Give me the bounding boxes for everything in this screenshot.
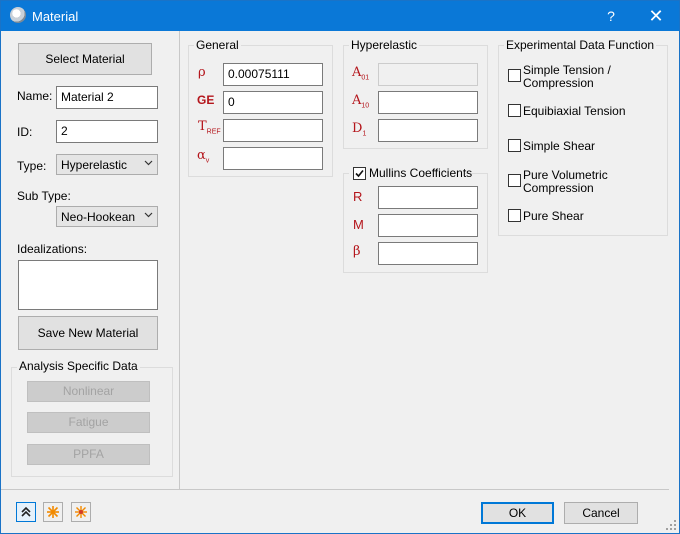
m-symbol: M xyxy=(353,217,364,232)
beta-symbol: β xyxy=(353,244,361,259)
close-button[interactable]: ✕ xyxy=(641,6,671,26)
help-button[interactable]: ? xyxy=(599,6,623,26)
nonlinear-button[interactable]: Nonlinear xyxy=(27,381,150,402)
ppfa-button[interactable]: PPFA xyxy=(27,444,150,465)
alpha-input[interactable] xyxy=(223,147,323,170)
name-label: Name: xyxy=(17,89,53,103)
sparkle-multi-icon xyxy=(75,506,87,518)
d1-input[interactable] xyxy=(378,119,478,142)
resize-grip-icon[interactable] xyxy=(665,519,677,531)
simple-tension-label: Simple Tension / Compression xyxy=(523,63,611,90)
pure-shear-label: Pure Shear xyxy=(523,209,584,223)
material-dialog: Material ? ✕ Select Material Name: Mater… xyxy=(0,0,680,534)
a10-symbol: A10 xyxy=(352,93,370,110)
panel-divider xyxy=(179,31,180,489)
ge-symbol: GE xyxy=(197,93,215,107)
cancel-button[interactable]: Cancel xyxy=(564,502,638,524)
type-select-value: Hyperelastic xyxy=(61,158,128,172)
a10-input[interactable] xyxy=(378,91,478,114)
ge-input[interactable]: 0 xyxy=(223,91,323,114)
type-select[interactable]: Hyperelastic xyxy=(56,154,158,175)
mullins-checkbox-label: Mullins Coefficients xyxy=(369,166,473,180)
tref-input[interactable] xyxy=(223,119,323,142)
analysis-group-title: Analysis Specific Data xyxy=(17,359,140,373)
r-input[interactable] xyxy=(378,186,478,209)
idealizations-textarea[interactable] xyxy=(18,260,158,310)
equibiaxial-tension-checkbox[interactable] xyxy=(508,104,521,117)
hyperelastic-group-title: Hyperelastic xyxy=(349,38,420,52)
app-icon xyxy=(10,7,26,23)
experimental-group-title: Experimental Data Function xyxy=(504,38,657,52)
a01-input xyxy=(378,63,478,86)
checkmark-icon xyxy=(355,169,364,178)
sparkle-icon xyxy=(47,506,59,518)
footer-divider xyxy=(1,489,669,490)
simple-tension-checkbox[interactable] xyxy=(508,69,521,82)
sparkle-multi-button[interactable] xyxy=(71,502,91,522)
rho-input[interactable]: 0.00075111 xyxy=(223,63,323,86)
subtype-select[interactable]: Neo-Hookean xyxy=(56,206,158,227)
d1-symbol: D1 xyxy=(352,121,367,138)
select-material-button[interactable]: Select Material xyxy=(18,43,152,75)
ok-button[interactable]: OK xyxy=(481,502,554,524)
chevron-down-icon xyxy=(144,160,153,166)
sparkle-button[interactable] xyxy=(43,502,63,522)
beta-input[interactable] xyxy=(378,242,478,265)
name-input[interactable]: Material 2 xyxy=(56,86,158,109)
collapse-up-icon xyxy=(21,506,31,517)
tref-symbol: TREF xyxy=(198,119,221,136)
subtype-label: Sub Type: xyxy=(17,189,71,203)
fatigue-button[interactable]: Fatigue xyxy=(27,412,150,433)
pure-volumetric-checkbox[interactable] xyxy=(508,174,521,187)
pure-shear-checkbox[interactable] xyxy=(508,209,521,222)
id-label: ID: xyxy=(17,125,33,139)
idealizations-label: Idealizations: xyxy=(17,242,88,256)
m-input[interactable] xyxy=(378,214,478,237)
collapse-button[interactable] xyxy=(16,502,36,522)
general-group-title: General xyxy=(194,38,241,52)
rho-symbol: ρ xyxy=(198,65,206,80)
chevron-down-icon xyxy=(144,212,153,218)
save-new-material-button[interactable]: Save New Material xyxy=(18,316,158,350)
r-symbol: R xyxy=(353,189,363,204)
simple-shear-label: Simple Shear xyxy=(523,139,596,153)
title-bar: Material ? ✕ xyxy=(1,1,679,31)
equibiaxial-tension-label: Equibiaxial Tension xyxy=(523,104,626,118)
mullins-checkbox[interactable] xyxy=(353,167,366,180)
simple-shear-checkbox[interactable] xyxy=(508,139,521,152)
window-title: Material xyxy=(32,9,79,24)
subtype-select-value: Neo-Hookean xyxy=(61,210,136,224)
id-input[interactable]: 2 xyxy=(56,120,158,143)
type-label: Type: xyxy=(17,159,47,173)
alpha-symbol: αv xyxy=(197,148,210,165)
pure-volumetric-label: Pure Volumetric Compression xyxy=(523,168,608,195)
a01-symbol: A01 xyxy=(352,65,370,82)
